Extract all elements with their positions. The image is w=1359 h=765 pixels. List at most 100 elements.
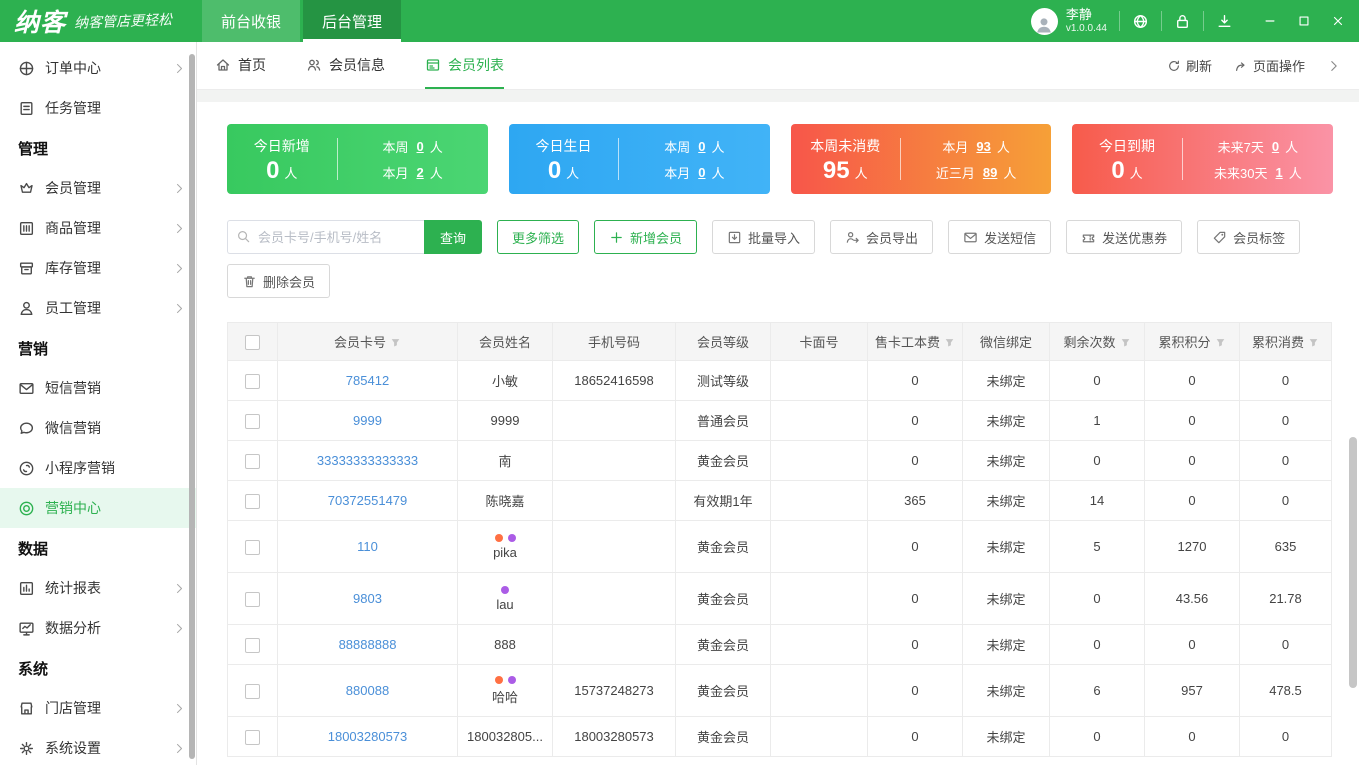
row-checkbox[interactable] [245, 454, 260, 469]
globe-button[interactable] [1119, 11, 1161, 31]
row-checkbox[interactable] [245, 684, 260, 699]
topnav-front-cashier[interactable]: 前台收银 [202, 0, 300, 42]
column-header-fee[interactable]: 售卡工本费 [868, 323, 963, 361]
row-checkbox[interactable] [245, 494, 260, 509]
mail-icon [963, 230, 978, 245]
sidebar-item-statistics-report[interactable]: 统计报表 [0, 568, 196, 608]
card-stat-link[interactable]: 0 [417, 139, 424, 154]
sort-filter-icon[interactable] [390, 336, 401, 347]
sidebar-item-member-management[interactable]: 会员管理 [0, 168, 196, 208]
sort-filter-icon[interactable] [944, 336, 955, 347]
send-coupon-button[interactable]: 发送优惠券 [1066, 220, 1182, 254]
row-checkbox[interactable] [245, 540, 260, 555]
column-header-points[interactable]: 累积积分 [1145, 323, 1240, 361]
card-stat-link[interactable]: 1 [1275, 165, 1282, 180]
card-stat-link[interactable]: 2 [417, 165, 424, 180]
main-scrollbar[interactable] [1349, 437, 1357, 688]
member-card-link[interactable]: 70372551479 [328, 493, 408, 508]
member-name: 180032805... [458, 729, 552, 744]
member-card-link[interactable]: 18003280573 [328, 729, 408, 744]
topnav-back-admin[interactable]: 后台管理 [303, 0, 401, 42]
more-filter-button[interactable]: 更多筛选 [497, 220, 579, 254]
refresh-button[interactable]: 刷新 [1167, 56, 1212, 75]
card-stat-link[interactable]: 0 [698, 139, 705, 154]
level-cell: 测试等级 [676, 361, 771, 401]
send-sms-button[interactable]: 发送短信 [948, 220, 1051, 254]
sidebar-item-order-center[interactable]: 订单中心 [0, 48, 196, 88]
card-list-icon [425, 57, 441, 73]
lock-button[interactable] [1161, 11, 1203, 31]
sidebar-item-goods-management[interactable]: 商品管理 [0, 208, 196, 248]
sidebar-item-system-settings[interactable]: 系统设置 [0, 728, 196, 765]
member-card-link[interactable]: 785412 [346, 373, 389, 388]
select-all-checkbox[interactable] [245, 335, 260, 350]
points-cell: 957 [1145, 665, 1240, 717]
sort-filter-icon[interactable] [1308, 336, 1319, 347]
minimize-button[interactable] [1253, 0, 1287, 42]
sidebar: 订单中心任务管理管理会员管理商品管理库存管理员工管理营销短信营销微信营销小程序营… [0, 42, 197, 765]
collapse-arrow-icon[interactable] [1327, 59, 1341, 73]
spend-cell: 0 [1240, 401, 1332, 441]
member-card-link[interactable]: 33333333333333 [317, 453, 418, 468]
users-icon [306, 57, 322, 73]
sidebar-item-stock-management[interactable]: 库存管理 [0, 248, 196, 288]
sidebar-scrollbar[interactable] [189, 54, 195, 759]
phone-cell: 18003280573 [553, 717, 676, 757]
row-checkbox[interactable] [245, 592, 260, 607]
member-tag-button[interactable]: 会员标签 [1197, 220, 1300, 254]
maximize-button[interactable] [1287, 0, 1321, 42]
sidebar-item-sms-marketing[interactable]: 短信营销 [0, 368, 196, 408]
card-stat-row: 未来30天1人 [1214, 163, 1302, 182]
card-stat-link[interactable]: 0 [698, 165, 705, 180]
checkbox-cell [228, 665, 278, 717]
row-checkbox[interactable] [245, 638, 260, 653]
card-cell: 70372551479 [278, 481, 458, 521]
sort-filter-icon[interactable] [1215, 336, 1226, 347]
download-button[interactable] [1203, 11, 1245, 31]
column-header-spend[interactable]: 累积消费 [1240, 323, 1332, 361]
row-checkbox[interactable] [245, 414, 260, 429]
tag-dot [508, 534, 516, 542]
face-cell [771, 625, 868, 665]
sidebar-group-title: 系统 [0, 648, 196, 688]
card-stat-link[interactable]: 89 [983, 165, 997, 180]
table-row: 88888888888黄金会员0未绑定000 [228, 625, 1332, 665]
row-checkbox[interactable] [245, 374, 260, 389]
page-operate-button[interactable]: 页面操作 [1234, 56, 1305, 75]
card-stat-link[interactable]: 0 [1272, 139, 1279, 154]
close-button[interactable] [1321, 0, 1355, 42]
tab-home[interactable]: 首页 [215, 42, 266, 89]
search-input[interactable] [227, 220, 424, 254]
column-header-times[interactable]: 剩余次数 [1050, 323, 1145, 361]
query-button[interactable]: 查询 [424, 220, 482, 254]
member-export-button[interactable]: 会员导出 [830, 220, 933, 254]
member-card-link[interactable]: 880088 [346, 683, 389, 698]
member-card-link[interactable]: 88888888 [339, 637, 397, 652]
sidebar-item-staff-management[interactable]: 员工管理 [0, 288, 196, 328]
sort-filter-icon[interactable] [1120, 336, 1131, 347]
sidebar-item-label: 营销中心 [45, 498, 101, 518]
goods-icon [18, 220, 35, 237]
add-member-button[interactable]: 新增会员 [594, 220, 697, 254]
sidebar-item-marketing-center[interactable]: 营销中心 [0, 488, 196, 528]
row-checkbox[interactable] [245, 730, 260, 745]
sidebar-item-task-management[interactable]: 任务管理 [0, 88, 196, 128]
avatar[interactable] [1031, 8, 1058, 35]
sidebar-item-data-analysis[interactable]: 数据分析 [0, 608, 196, 648]
member-card-link[interactable]: 110 [357, 539, 378, 554]
column-header-card[interactable]: 会员卡号 [278, 323, 458, 361]
card-stat-row: 本周0人 [664, 137, 724, 156]
member-name-cell: 南 [458, 441, 553, 481]
delete-member-button[interactable]: 删除会员 [227, 264, 330, 298]
member-card-link[interactable]: 9803 [353, 591, 382, 606]
sidebar-item-store-management[interactable]: 门店管理 [0, 688, 196, 728]
card-stat-link[interactable]: 93 [976, 139, 990, 154]
refresh-label: 刷新 [1186, 56, 1212, 75]
member-card-link[interactable]: 9999 [353, 413, 382, 428]
batch-import-button[interactable]: 批量导入 [712, 220, 815, 254]
sidebar-item-wechat-marketing[interactable]: 微信营销 [0, 408, 196, 448]
sidebar-item-miniapp-marketing[interactable]: 小程序营销 [0, 448, 196, 488]
tab-member-info[interactable]: 会员信息 [306, 42, 385, 89]
topbar-icons [1119, 0, 1245, 42]
tab-member-list[interactable]: 会员列表 [425, 42, 504, 89]
